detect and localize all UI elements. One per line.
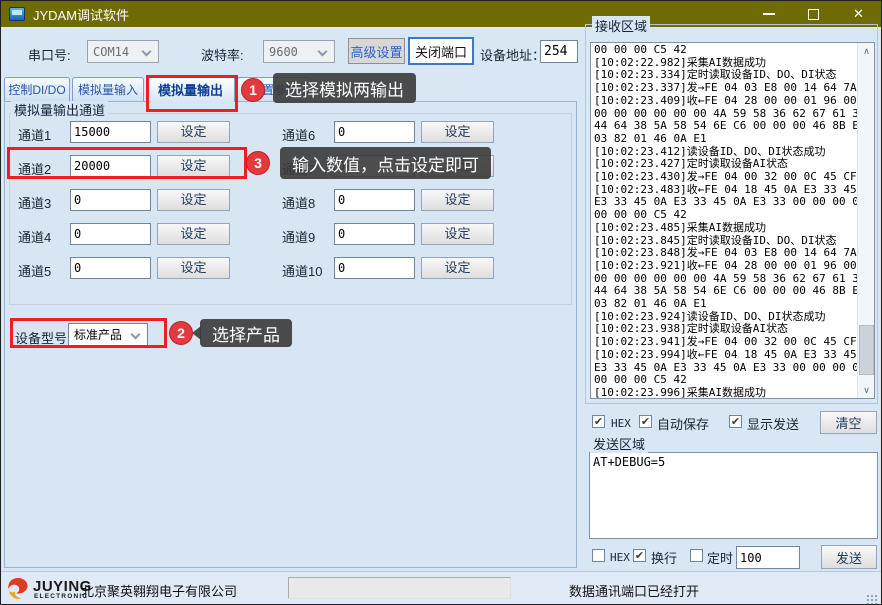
annotation-tooltip-2: 选择产品 <box>200 319 292 347</box>
channel-set-button[interactable]: 设定 <box>421 223 494 245</box>
channel-value-input[interactable] <box>334 223 415 245</box>
annotation-rect-channel2 <box>7 147 247 179</box>
port-label: 串口号: <box>28 45 71 64</box>
autosave-checkbox[interactable]: ✔ <box>639 415 652 428</box>
app-icon <box>9 7 25 21</box>
receive-log-text: 00 00 00 C5 42 [10:02:22.982]采集AI数据成功 [1… <box>591 43 874 399</box>
channel-row: 通道4 设定 <box>18 223 233 245</box>
check-icon: ✔ <box>641 416 650 428</box>
channel-row: 通道10 设定 <box>282 257 497 279</box>
receive-log-area[interactable]: 00 00 00 C5 42 [10:02:22.982]采集AI数据成功 [1… <box>590 42 875 399</box>
check-icon: ✔ <box>731 416 740 428</box>
send-group-title: 发送区域 <box>590 434 648 453</box>
channel-set-button[interactable]: 设定 <box>157 189 230 211</box>
channel-label: 通道4 <box>18 227 51 246</box>
send-hex-checkbox[interactable]: ✔ <box>592 549 605 562</box>
channel-set-button[interactable]: 设定 <box>157 223 230 245</box>
channel-label: 通道9 <box>282 227 315 246</box>
port-value: COM14 <box>93 45 129 59</box>
annotation-tooltip-1: 选择模拟两输出 <box>273 73 416 103</box>
clear-button[interactable]: 清空 <box>820 411 877 434</box>
statusbar: JUYING ELECTRONIC 北京聚英翱翔电子有限公司 数据通讯端口已经打… <box>1 571 881 605</box>
channel-label: 通道6 <box>282 125 315 144</box>
channel-row: 通道3 设定 <box>18 189 233 211</box>
channel-row: 通道9 设定 <box>282 223 497 245</box>
app-window: JYDAM调试软件 ✕ 串口号: COM14 波特率: 9600 高级设置 关闭… <box>0 0 882 605</box>
receive-group-title: 接收区域 <box>592 16 650 35</box>
status-progress-well <box>288 577 511 599</box>
annotation-circle-2: 2 <box>169 321 193 345</box>
status-message: 数据通讯端口已经打开 <box>569 581 699 600</box>
channel-value-input[interactable] <box>334 121 415 143</box>
autosave-label: 自动保存 <box>657 414 709 433</box>
annotation-circle-1: 1 <box>241 78 265 102</box>
channel-value-input[interactable] <box>70 189 151 211</box>
timer-checkbox[interactable]: ✔ <box>690 549 703 562</box>
channel-set-button[interactable]: 设定 <box>421 189 494 211</box>
channel-row: 通道8 设定 <box>282 189 497 211</box>
send-text-area[interactable]: AT+DEBUG=5 <box>589 452 878 539</box>
scroll-up-icon[interactable]: ∧ <box>858 43 875 59</box>
company-name: 北京聚英翱翔电子有限公司 <box>81 581 237 600</box>
annotation-circle-3: 3 <box>246 151 270 175</box>
chevron-down-icon <box>318 47 328 57</box>
channel-set-button[interactable]: 设定 <box>421 121 494 143</box>
channel-label: 通道8 <box>282 193 315 212</box>
channel-row: 通道5 设定 <box>18 257 233 279</box>
juying-logo-icon <box>6 577 30 601</box>
newline-checkbox[interactable]: ✔ <box>633 549 646 562</box>
channel-set-button[interactable]: 设定 <box>157 257 230 279</box>
channel-row: 通道6 设定 <box>282 121 497 143</box>
send-button[interactable]: 发送 <box>821 545 877 569</box>
tab-control-dido[interactable]: 控制DI/DO <box>4 77 70 101</box>
show-send-checkbox[interactable]: ✔ <box>729 415 742 428</box>
check-icon: ✔ <box>594 416 603 428</box>
annotation-rect-tab <box>146 75 238 112</box>
device-address-input[interactable] <box>540 40 578 63</box>
channel-label: 通道5 <box>18 261 51 280</box>
channel-value-input[interactable] <box>334 189 415 211</box>
receive-scrollbar[interactable]: ∧ ∨ <box>857 43 874 398</box>
newline-label: 换行 <box>651 548 677 567</box>
send-hex-label: HEX <box>610 551 630 564</box>
channel-value-input[interactable] <box>334 257 415 279</box>
channel-set-button[interactable]: 设定 <box>421 257 494 279</box>
send-content: AT+DEBUG=5 <box>590 453 877 471</box>
channel-set-button[interactable]: 设定 <box>157 121 230 143</box>
channel-value-input[interactable] <box>70 223 151 245</box>
maximize-icon <box>808 9 819 20</box>
receive-hex-label: HEX <box>611 417 631 430</box>
device-address-label: 设备地址： <box>480 45 545 64</box>
baud-value: 9600 <box>269 45 298 59</box>
annotation-tooltip-3: 输入数值，点击设定即可 <box>280 147 491 179</box>
advanced-settings-button[interactable]: 高级设置 <box>348 38 405 64</box>
receive-hex-checkbox[interactable]: ✔ <box>592 415 605 428</box>
timer-interval-input[interactable] <box>736 546 800 569</box>
annotation-rect-device-model <box>10 318 167 348</box>
channel-row: 通道1 设定 <box>18 121 233 143</box>
scrollbar-thumb[interactable] <box>859 325 874 375</box>
chevron-down-icon <box>142 47 152 57</box>
close-port-button[interactable]: 关闭端口 <box>408 37 474 65</box>
resize-grip[interactable] <box>867 595 869 597</box>
channel-value-input[interactable] <box>70 121 151 143</box>
scroll-down-icon[interactable]: ∨ <box>858 382 875 398</box>
tab-analog-input[interactable]: 模拟量输入 <box>72 77 144 101</box>
close-icon: ✕ <box>853 6 864 22</box>
channel-label: 通道1 <box>18 125 51 144</box>
check-icon: ✔ <box>635 550 644 562</box>
channel-label: 通道10 <box>282 261 322 280</box>
channel-value-input[interactable] <box>70 257 151 279</box>
baud-select[interactable]: 9600 <box>263 40 335 63</box>
timer-label: 定时 <box>707 548 733 567</box>
baud-label: 波特率: <box>201 45 244 64</box>
output-channels-group-title: 模拟量输出通道 <box>11 100 108 119</box>
show-send-label: 显示发送 <box>747 414 799 433</box>
port-select[interactable]: COM14 <box>87 40 159 63</box>
minimize-icon <box>763 13 775 15</box>
window-title: JYDAM调试软件 <box>33 5 129 24</box>
channel-label: 通道3 <box>18 193 51 212</box>
